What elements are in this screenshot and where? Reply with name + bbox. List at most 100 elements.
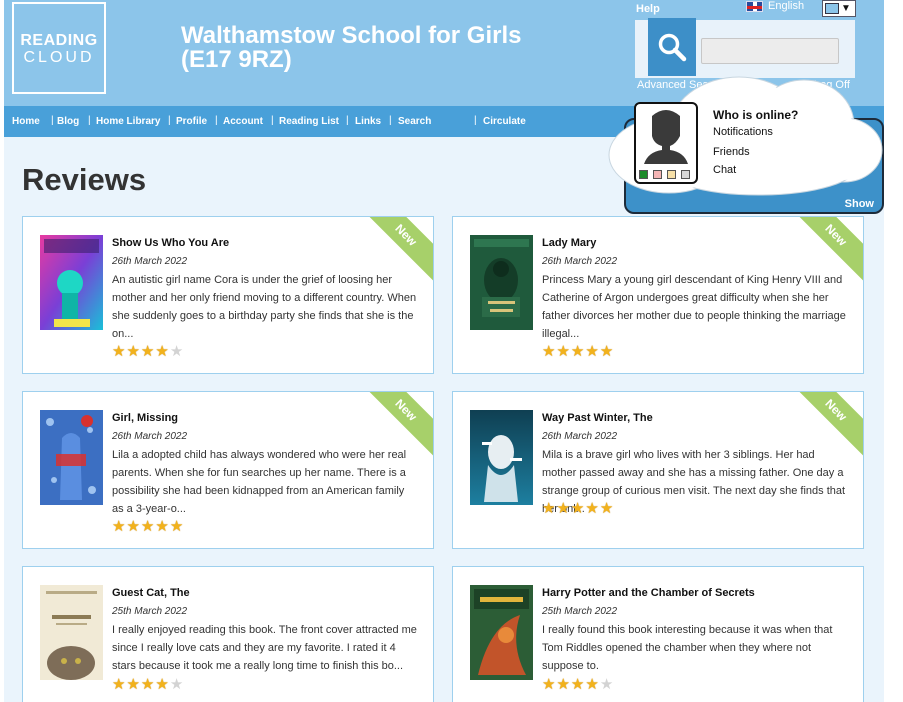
nav-search[interactable]: Search (398, 116, 431, 127)
star-filled-icon: ★ (556, 676, 570, 693)
star-filled-icon: ★ (155, 518, 169, 535)
book-cover[interactable] (40, 410, 103, 505)
star-filled-icon: ★ (542, 500, 556, 517)
nav-separator: | (346, 115, 349, 126)
review-date: 26th March 2022 (112, 431, 188, 442)
review-card[interactable]: Girl, Missing 26th March 2022 Lila a ado… (22, 391, 434, 549)
nav-separator: | (474, 115, 477, 126)
book-cover-art (470, 235, 533, 330)
school-name-line-2: (E17 9RZ) (181, 46, 292, 73)
book-cover-art (470, 410, 533, 505)
book-cover[interactable] (470, 410, 533, 505)
star-filled-icon: ★ (585, 500, 599, 517)
review-title[interactable]: Way Past Winter, The (542, 412, 653, 424)
star-filled-icon: ★ (112, 343, 126, 360)
review-title[interactable]: Lady Mary (542, 237, 596, 249)
book-cover[interactable] (40, 235, 103, 330)
star-filled-icon: ★ (542, 676, 556, 693)
language-selector[interactable]: English (746, 0, 804, 12)
nav-separator: | (88, 115, 91, 126)
school-name: Walthamstow School for Girls (E17 9RZ) (181, 24, 521, 72)
book-cover-art (470, 585, 533, 680)
nav-circulate[interactable]: Circulate (483, 116, 526, 127)
star-rating: ★ ★ ★ ★ ★ (112, 676, 184, 693)
user-silhouette-icon (644, 110, 688, 164)
star-rating: ★ ★ ★ ★ ★ (112, 343, 183, 360)
nav-home-library[interactable]: Home Library (96, 116, 160, 127)
notifications-link[interactable]: Notifications (713, 126, 773, 138)
reading-cloud-logo[interactable]: READING CLOUD (12, 2, 106, 94)
star-filled-icon: ★ (599, 343, 614, 360)
status-away-indicator[interactable] (667, 170, 676, 179)
chat-link[interactable]: Chat (713, 164, 736, 176)
review-text: I really enjoyed reading this book. The … (112, 624, 417, 672)
search-button[interactable] (648, 18, 696, 76)
who-is-online-title: Who is online? (713, 108, 799, 122)
nav-separator: | (389, 115, 392, 126)
star-filled-icon: ★ (570, 500, 585, 517)
nav-blog[interactable]: Blog (57, 116, 79, 127)
review-title[interactable]: Harry Potter and the Chamber of Secrets (542, 587, 755, 599)
language-label: English (768, 0, 805, 12)
book-cover-art (40, 585, 103, 680)
review-card[interactable]: Way Past Winter, The 26th March 2022 Mil… (452, 391, 864, 549)
colour-scheme-select[interactable]: ▼ (822, 0, 856, 17)
help-link[interactable]: Help (636, 3, 660, 15)
page-title: Reviews (22, 162, 147, 197)
status-online-indicator[interactable] (639, 170, 648, 179)
star-empty-icon: ★ (599, 676, 614, 693)
nav-reading-list[interactable]: Reading List (279, 116, 339, 127)
review-text: I really found this book interesting bec… (542, 624, 833, 672)
review-card[interactable]: Lady Mary 26th March 2022 Princess Mary … (452, 216, 864, 374)
star-empty-icon: ★ (169, 676, 184, 693)
star-filled-icon: ★ (155, 343, 169, 360)
avatar[interactable] (634, 102, 698, 184)
search-input[interactable] (701, 38, 839, 64)
nav-profile[interactable]: Profile (176, 116, 207, 127)
page: READING CLOUD Walthamstow School for Gir… (4, 0, 884, 702)
colour-swatch (825, 3, 839, 14)
nav-home[interactable]: Home (12, 116, 40, 127)
star-filled-icon: ★ (599, 500, 614, 517)
book-cover-art (40, 410, 103, 505)
nav-account[interactable]: Account (223, 116, 263, 127)
review-text: An autistic girl name Cora is under the … (112, 274, 417, 340)
nav-links[interactable]: Links (355, 116, 381, 127)
review-date: 26th March 2022 (112, 256, 188, 267)
star-filled-icon: ★ (570, 676, 585, 693)
book-cover[interactable] (40, 585, 103, 680)
logo-line-1: READING (20, 32, 98, 49)
review-text: Lila a adopted child has always wondered… (112, 449, 407, 515)
star-filled-icon: ★ (570, 343, 585, 360)
friends-link[interactable]: Friends (713, 146, 750, 158)
uk-flag-icon (746, 0, 763, 12)
star-filled-icon: ★ (169, 518, 184, 535)
review-date: 25th March 2022 (542, 606, 618, 617)
star-rating: ★ ★ ★ ★ ★ (542, 676, 614, 693)
star-filled-icon: ★ (556, 343, 570, 360)
review-card[interactable]: Harry Potter and the Chamber of Secrets … (452, 566, 864, 702)
who-is-online-widget: Who is online? Notifications Friends Cha… (608, 70, 884, 214)
book-cover[interactable] (470, 585, 533, 680)
star-rating: ★ ★ ★ ★ ★ (542, 343, 614, 360)
status-offline-indicator[interactable] (681, 170, 690, 179)
star-filled-icon: ★ (556, 500, 570, 517)
status-busy-indicator[interactable] (653, 170, 662, 179)
review-title[interactable]: Guest Cat, The (112, 587, 190, 599)
star-filled-icon: ★ (542, 343, 556, 360)
star-filled-icon: ★ (126, 343, 140, 360)
book-cover-art (40, 235, 103, 330)
review-date: 26th March 2022 (542, 431, 618, 442)
star-filled-icon: ★ (155, 676, 169, 693)
star-filled-icon: ★ (126, 676, 140, 693)
book-cover[interactable] (470, 235, 533, 330)
review-card[interactable]: Show Us Who You Are 26th March 2022 An a… (22, 216, 434, 374)
star-filled-icon: ★ (140, 518, 155, 535)
show-button[interactable]: Show (845, 198, 874, 210)
star-rating: ★ ★ ★ ★ ★ (112, 518, 184, 535)
search-icon (658, 33, 687, 62)
review-title[interactable]: Show Us Who You Are (112, 237, 229, 249)
star-filled-icon: ★ (140, 676, 155, 693)
review-card[interactable]: Guest Cat, The 25th March 2022 I really … (22, 566, 434, 702)
review-title[interactable]: Girl, Missing (112, 412, 178, 424)
